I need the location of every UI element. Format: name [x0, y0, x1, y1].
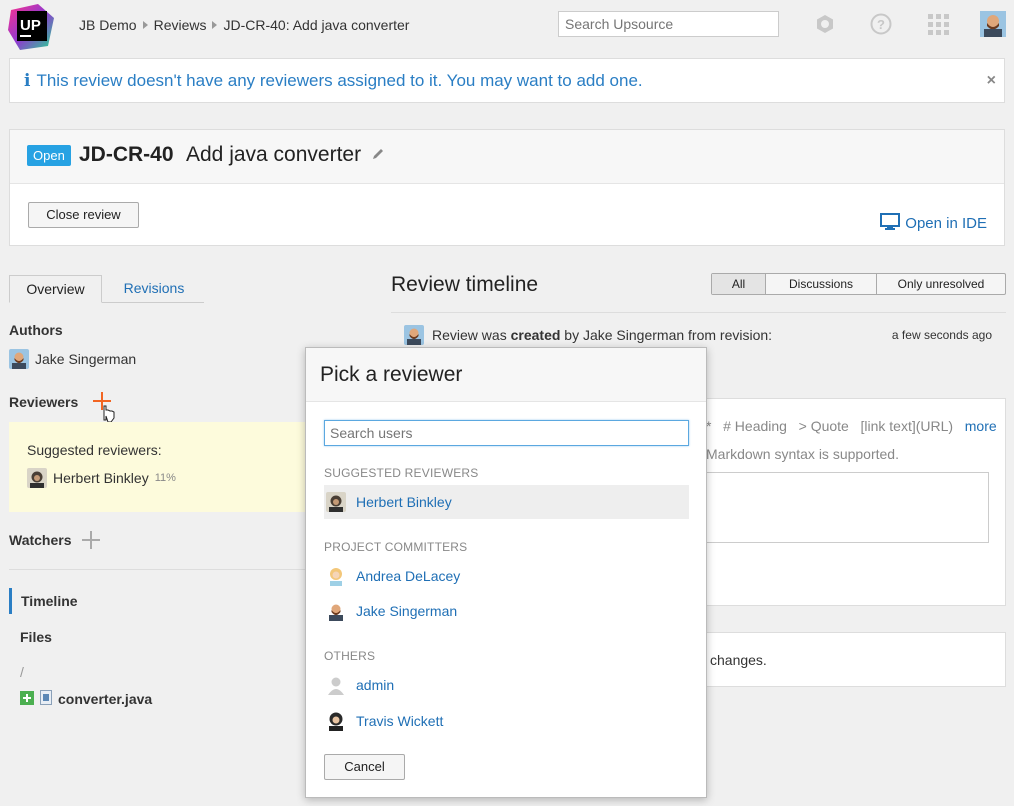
event-time: a few seconds ago — [891, 328, 992, 342]
user-option[interactable]: Herbert Binkley — [324, 485, 689, 519]
markdown-hints: * # Heading > Quote [link text](URL) mor… — [706, 418, 997, 434]
user-option[interactable]: Travis Wickett — [324, 704, 689, 738]
info-icon: i — [24, 71, 31, 91]
user-option[interactable]: Jake Singerman — [324, 594, 689, 628]
breadcrumb-project[interactable]: JB Demo — [79, 17, 137, 33]
event-prefix: Review was — [432, 327, 507, 343]
suggested-reviewer[interactable]: Herbert Binkley 11% — [27, 468, 176, 488]
file-item[interactable]: converter.java — [20, 690, 152, 708]
reviewers-label: Reviewers — [9, 394, 79, 410]
user-name: Travis Wickett — [356, 713, 444, 729]
no-reviewers-banner: i This review doesn't have any reviewers … — [9, 58, 1005, 103]
markdown-hint: # Heading — [723, 418, 787, 434]
timeline-divider — [391, 312, 1006, 313]
user-name: Herbert Binkley — [356, 494, 452, 510]
close-review-button[interactable]: Close review — [28, 202, 139, 228]
group-label-others: OTHERS — [324, 649, 376, 663]
avatar — [27, 468, 47, 488]
markdown-more-link[interactable]: more — [965, 418, 997, 434]
user-avatar[interactable] — [980, 11, 1006, 37]
nav-files[interactable]: Files — [20, 629, 52, 645]
suggested-reviewers-label: Suggested reviewers: — [27, 442, 162, 458]
svg-text:UP: UP — [20, 17, 41, 34]
avatar — [326, 675, 346, 695]
user-name: Jake Singerman — [356, 603, 458, 619]
event-suffix: by Jake Singerman from revision: — [564, 327, 773, 343]
review-id: JD-CR-40 — [79, 143, 174, 166]
timeline-filters: All Discussions Only unresolved — [711, 273, 1006, 295]
watchers-label: Watchers — [9, 532, 72, 548]
filter-discussions[interactable]: Discussions — [766, 274, 877, 294]
event-text: Review was created by Jake Singerman fro… — [432, 327, 772, 343]
timeline-title: Review timeline — [391, 273, 539, 296]
avatar — [404, 325, 424, 345]
avatar — [326, 492, 346, 512]
filter-only-unresolved[interactable]: Only unresolved — [877, 274, 1005, 294]
status-badge: Open — [27, 145, 71, 166]
suggested-reviewer-name: Herbert Binkley — [53, 470, 149, 486]
cancel-button[interactable]: Cancel — [324, 754, 405, 780]
added-file-icon — [20, 690, 34, 708]
avatar — [326, 601, 346, 621]
user-option[interactable]: admin — [324, 668, 689, 702]
review-title-text: Add java converter — [186, 143, 362, 166]
open-in-ide-label: Open in IDE — [905, 215, 987, 232]
user-option[interactable]: Andrea DeLacey — [324, 559, 689, 593]
breadcrumb-reviews[interactable]: Reviews — [154, 17, 207, 33]
match-percent: 11% — [154, 472, 176, 484]
group-label-suggested: SUGGESTED REVIEWERS — [324, 466, 479, 480]
breadcrumb: JB Demo Reviews JD-CR-40: Add java conve… — [79, 17, 409, 33]
divider — [9, 569, 309, 570]
changes-text: changes. — [710, 652, 767, 668]
authors-label: Authors — [9, 322, 63, 338]
close-icon[interactable]: × — [987, 72, 996, 90]
apps-grid-icon[interactable] — [926, 12, 950, 36]
user-name: admin — [356, 677, 395, 693]
review-title: Add java converter — [186, 143, 385, 167]
avatar — [326, 566, 346, 586]
breadcrumb-separator-icon — [142, 21, 148, 29]
group-label-committers: PROJECT COMMITTERS — [324, 540, 468, 554]
pick-reviewer-dialog: Pick a reviewer SUGGESTED REVIEWERS Herb… — [305, 347, 707, 798]
monitor-icon — [880, 213, 901, 234]
open-in-ide-link[interactable]: Open in IDE — [880, 213, 987, 234]
author-name: Jake Singerman — [35, 351, 137, 367]
dialog-header: Pick a reviewer — [306, 348, 706, 402]
file-name: converter.java — [58, 691, 153, 707]
settings-icon[interactable] — [813, 12, 837, 36]
user-name: Andrea DeLacey — [356, 568, 461, 584]
dialog-title: Pick a reviewer — [320, 363, 463, 386]
timeline-event: Review was created by Jake Singerman fro… — [404, 325, 772, 345]
banner-message: This review doesn't have any reviewers a… — [36, 71, 643, 90]
comment-textarea[interactable] — [706, 472, 989, 543]
avatar — [9, 349, 29, 369]
review-tabs: Overview Revisions — [9, 275, 204, 303]
help-icon[interactable]: ? — [869, 12, 893, 36]
file-path: / — [20, 664, 24, 680]
avatar — [326, 711, 346, 731]
add-watcher-icon[interactable] — [82, 531, 100, 552]
event-action: created — [510, 327, 561, 343]
markdown-hint: > Quote — [798, 418, 849, 434]
tab-revisions[interactable]: Revisions — [109, 275, 199, 303]
search-users-input[interactable] — [324, 420, 689, 446]
filter-all[interactable]: All — [712, 274, 766, 294]
review-panel: Open JD-CR-40 Add java converter Close r… — [9, 129, 1005, 246]
java-file-icon — [40, 690, 52, 708]
upsource-logo[interactable]: UP — [8, 4, 54, 50]
markdown-hint: [link text](URL) — [860, 418, 954, 434]
markdown-note: Markdown syntax is supported. — [706, 446, 899, 462]
nav-timeline[interactable]: Timeline — [9, 588, 78, 614]
suggested-reviewers-box: Suggested reviewers: Herbert Binkley 11% — [9, 422, 319, 512]
breadcrumb-current: JD-CR-40: Add java converter — [223, 17, 410, 33]
edit-pencil-icon[interactable] — [371, 143, 385, 167]
review-header: Open JD-CR-40 Add java converter — [10, 130, 1004, 184]
svg-text:?: ? — [877, 17, 885, 32]
global-search-input[interactable] — [558, 11, 779, 37]
tab-overview[interactable]: Overview — [9, 275, 102, 303]
breadcrumb-separator-icon — [212, 21, 218, 29]
author-item[interactable]: Jake Singerman — [9, 349, 136, 369]
